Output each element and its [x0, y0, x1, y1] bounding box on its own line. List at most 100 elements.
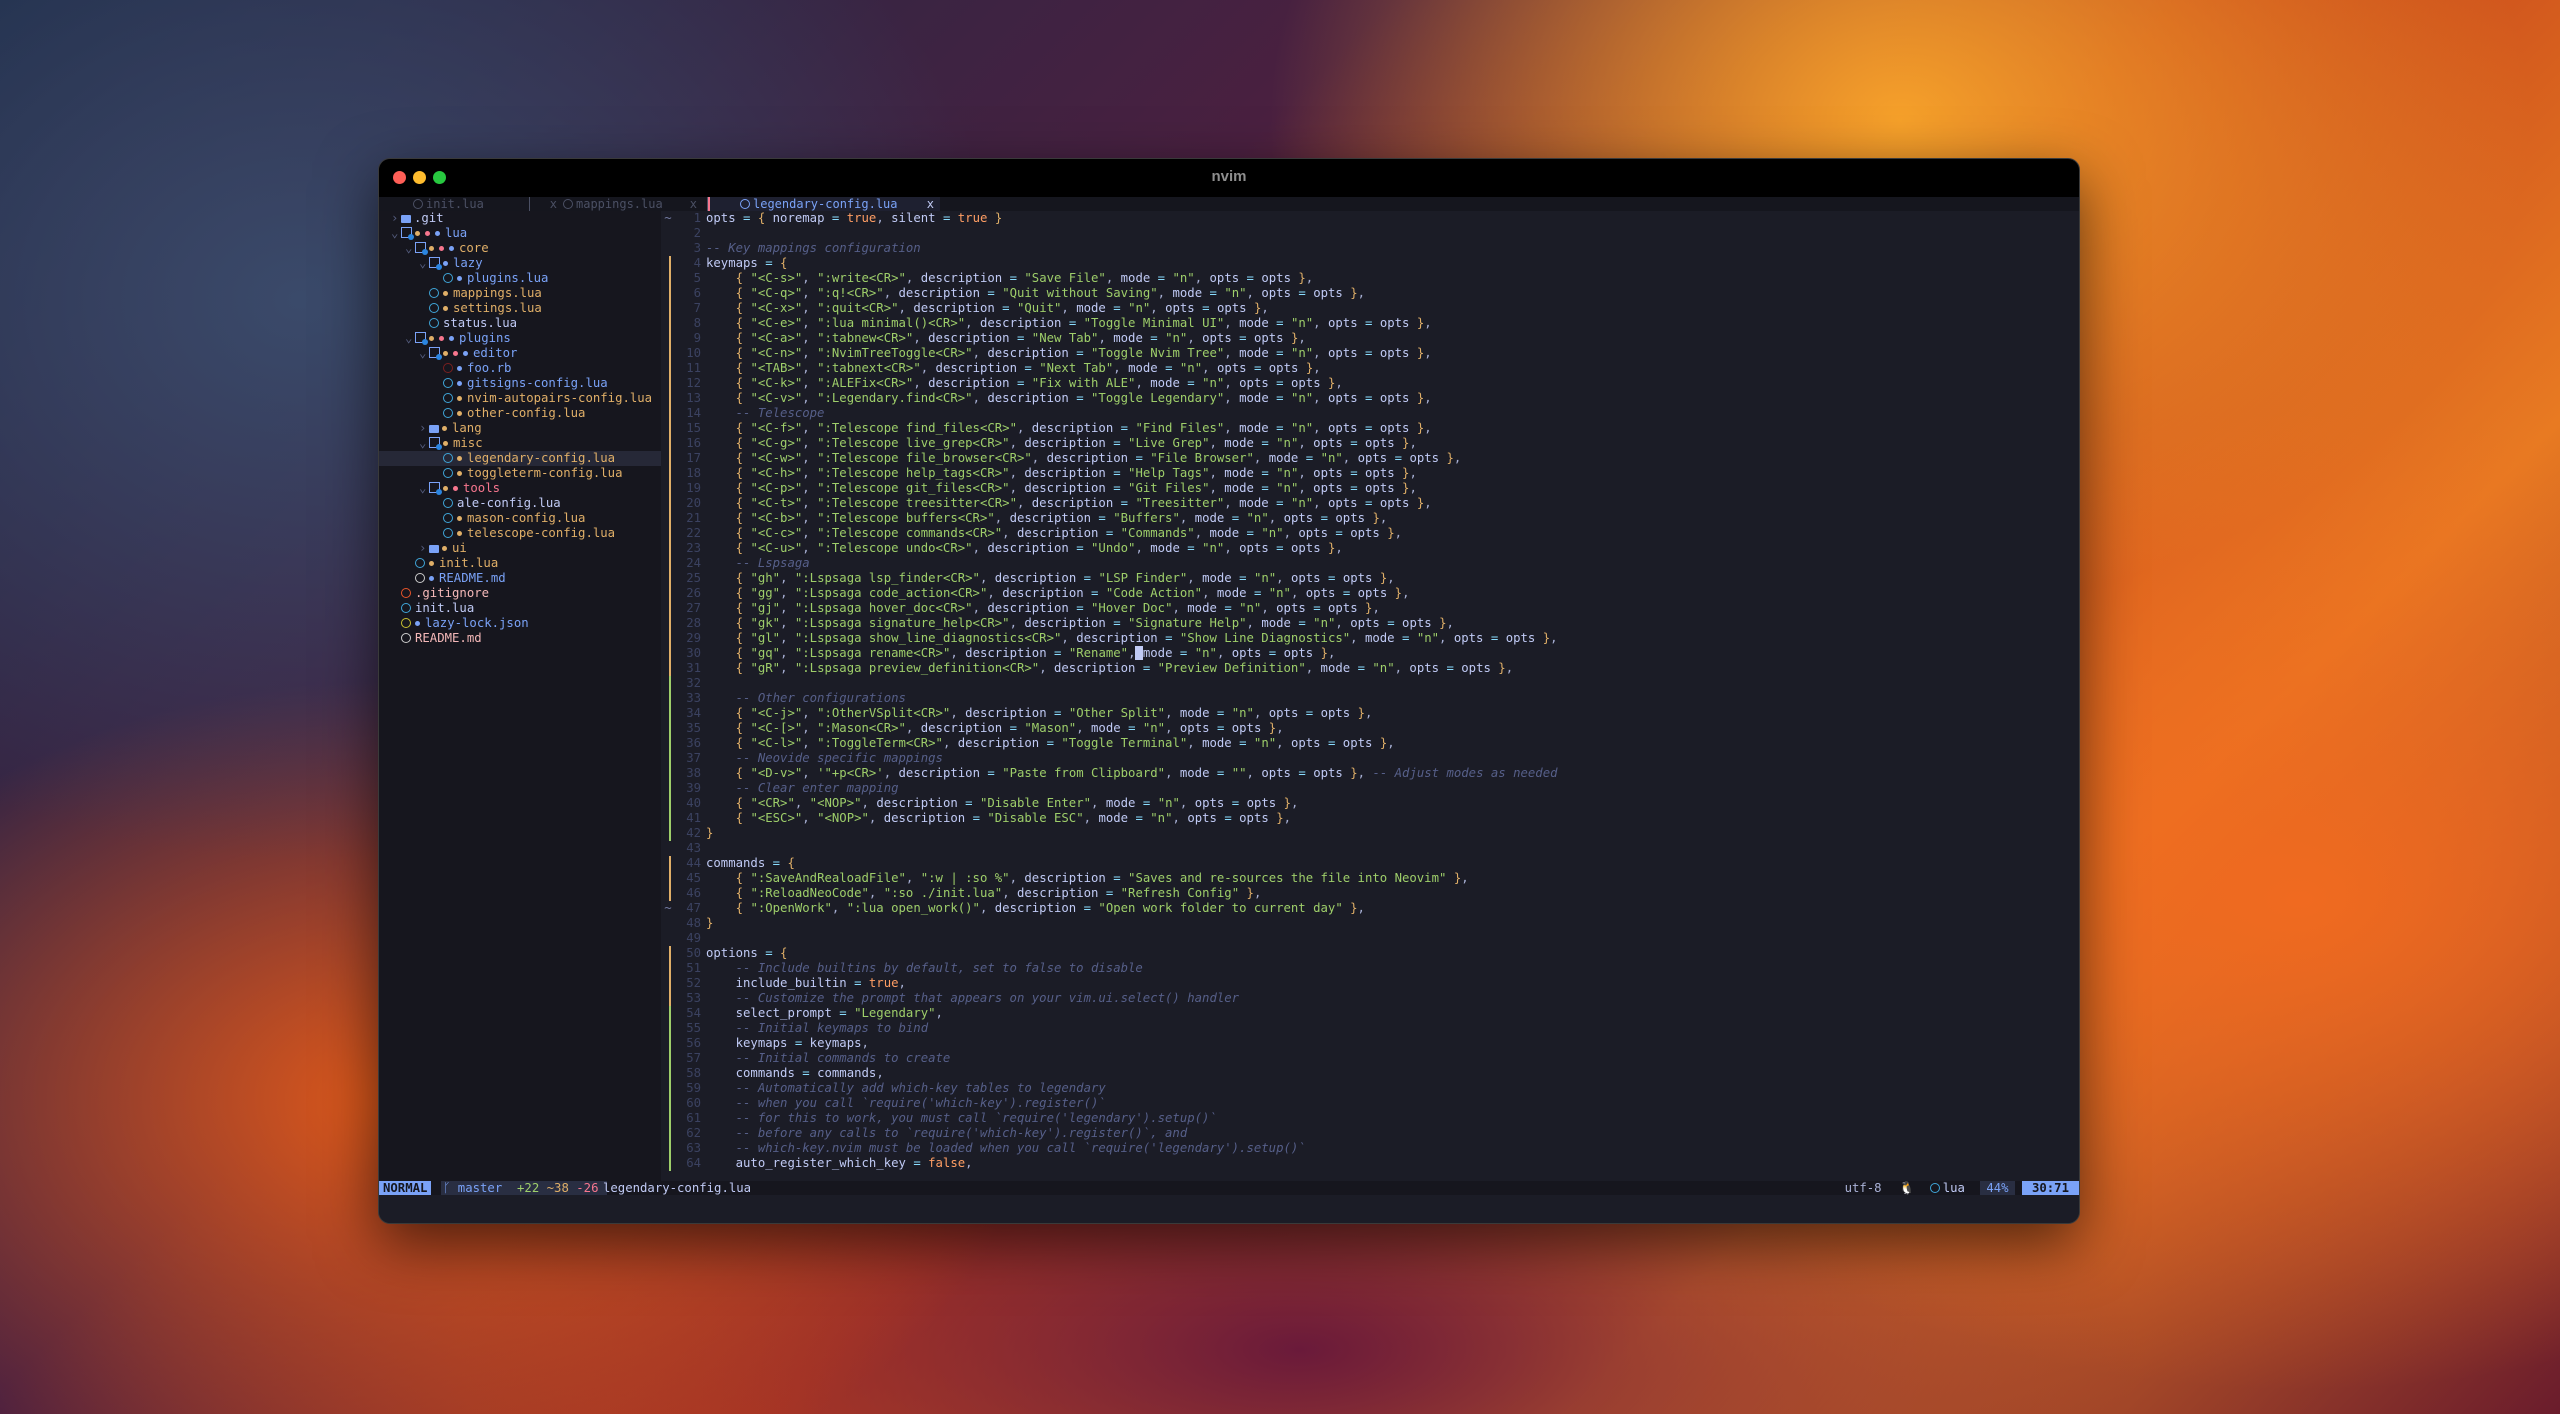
- chevron-down-icon[interactable]: ⌄: [419, 346, 429, 361]
- code-line[interactable]: 48}: [661, 916, 2079, 931]
- code-line[interactable]: 58 commands = commands,: [661, 1066, 2079, 1081]
- chevron-down-icon[interactable]: ⌄: [419, 481, 429, 496]
- code-line[interactable]: 17 { "<C-w>", ":Telescope file_browser<C…: [661, 451, 2079, 466]
- code-line[interactable]: 26 { "gg", ":Lspsaga code_action<CR>", d…: [661, 586, 2079, 601]
- code-line[interactable]: 7 { "<C-x>", ":quit<CR>", description = …: [661, 301, 2079, 316]
- chevron-down-icon[interactable]: ⌄: [405, 331, 415, 346]
- code-line[interactable]: 46 { ":ReloadNeoCode", ":so ./init.lua",…: [661, 886, 2079, 901]
- chevron-down-icon[interactable]: ⌄: [405, 241, 415, 256]
- code-line[interactable]: 38 { "<D-v>", '"+p<CR>', description = "…: [661, 766, 2079, 781]
- code-line[interactable]: 29 { "gl", ":Lspsaga show_line_diagnosti…: [661, 631, 2079, 646]
- code-line[interactable]: 13 { "<C-v>", ":Legendary.find<CR>", des…: [661, 391, 2079, 406]
- tree-item[interactable]: telescope-config.lua: [379, 526, 661, 541]
- code-line[interactable]: 36 { "<C-l>", ":ToggleTerm<CR>", descrip…: [661, 736, 2079, 751]
- code-line[interactable]: 62 -- before any calls to `require('whic…: [661, 1126, 2079, 1141]
- chevron-right-icon[interactable]: ›: [419, 541, 429, 556]
- tab-close-icon[interactable]: x: [690, 197, 697, 211]
- tree-item[interactable]: README.md: [379, 571, 661, 586]
- code-line[interactable]: 52 include_builtin = true,: [661, 976, 2079, 991]
- code-line[interactable]: 49: [661, 931, 2079, 946]
- tree-item[interactable]: mason-config.lua: [379, 511, 661, 526]
- code-line[interactable]: 23 { "<C-u>", ":Telescope undo<CR>", des…: [661, 541, 2079, 556]
- tree-item[interactable]: status.lua: [379, 316, 661, 331]
- code-line[interactable]: 22 { "<C-c>", ":Telescope commands<CR>",…: [661, 526, 2079, 541]
- tab-legendary-config-lua[interactable]: legendary-config.lua x: [708, 197, 940, 211]
- code-line[interactable]: 45 { ":SaveAndRealoadFile", ":w | :so %"…: [661, 871, 2079, 886]
- tab-init-lua[interactable]: init.lua x: [399, 197, 563, 211]
- chevron-down-icon[interactable]: ⌄: [419, 256, 429, 271]
- code-line[interactable]: 35 { "<C-[>", ":Mason<CR>", description …: [661, 721, 2079, 736]
- tree-item[interactable]: lazy-lock.json: [379, 616, 661, 631]
- chevron-down-icon[interactable]: ⌄: [391, 226, 401, 241]
- tree-item[interactable]: .gitignore: [379, 586, 661, 601]
- tree-item[interactable]: gitsigns-config.lua: [379, 376, 661, 391]
- code-line[interactable]: 6 { "<C-q>", ":q!<CR>", description = "Q…: [661, 286, 2079, 301]
- code-line[interactable]: 55 -- Initial keymaps to bind: [661, 1021, 2079, 1036]
- tree-item[interactable]: plugins.lua: [379, 271, 661, 286]
- tab-close-icon[interactable]: x: [927, 197, 934, 211]
- tree-item[interactable]: nvim-autopairs-config.lua: [379, 391, 661, 406]
- tab-mappings-lua[interactable]: mappings.lua x: [549, 197, 703, 211]
- code-line[interactable]: 53 -- Customize the prompt that appears …: [661, 991, 2079, 1006]
- tree-item[interactable]: ⌄ lazy: [379, 256, 661, 271]
- code-line[interactable]: 59 -- Automatically add which-key tables…: [661, 1081, 2079, 1096]
- tree-item[interactable]: ⌄ misc: [379, 436, 661, 451]
- code-line[interactable]: 61 -- for this to work, you must call `r…: [661, 1111, 2079, 1126]
- tree-item[interactable]: ⌄ plugins: [379, 331, 661, 346]
- code-line[interactable]: 16 { "<C-g>", ":Telescope live_grep<CR>"…: [661, 436, 2079, 451]
- tree-item[interactable]: init.lua: [379, 556, 661, 571]
- code-line[interactable]: 63 -- which-key.nvim must be loaded when…: [661, 1141, 2079, 1156]
- code-line[interactable]: ~1 opts = { noremap = true, silent = true…: [661, 211, 2079, 226]
- code-line[interactable]: 41 { "<ESC>", "<NOP>", description = "Di…: [661, 811, 2079, 826]
- code-line[interactable]: 31 { "gR", ":Lspsaga preview_definition<…: [661, 661, 2079, 676]
- code-line[interactable]: 15 { "<C-f>", ":Telescope find_files<CR>…: [661, 421, 2079, 436]
- code-line[interactable]: 20 { "<C-t>", ":Telescope treesitter<CR>…: [661, 496, 2079, 511]
- code-line[interactable]: 8 { "<C-e>", ":lua minimal()<CR>", descr…: [661, 316, 2079, 331]
- code-line[interactable]: 27 { "gj", ":Lspsaga hover_doc<CR>", des…: [661, 601, 2079, 616]
- tree-item[interactable]: ⌄ lua: [379, 226, 661, 241]
- code-line[interactable]: 32: [661, 676, 2079, 691]
- tree-item[interactable]: › lang: [379, 421, 661, 436]
- code-line[interactable]: 25 { "gh", ":Lspsaga lsp_finder<CR>", de…: [661, 571, 2079, 586]
- code-line[interactable]: 2: [661, 226, 2079, 241]
- code-line[interactable]: 39 -- Clear enter mapping: [661, 781, 2079, 796]
- tree-item[interactable]: settings.lua: [379, 301, 661, 316]
- tree-item[interactable]: mappings.lua: [379, 286, 661, 301]
- code-line[interactable]: 37 -- Neovide specific mappings: [661, 751, 2079, 766]
- code-line[interactable]: 33 -- Other configurations: [661, 691, 2079, 706]
- code-line[interactable]: 42}: [661, 826, 2079, 841]
- code-line[interactable]: 14 -- Telescope: [661, 406, 2079, 421]
- code-line[interactable]: 19 { "<C-p>", ":Telescope git_files<CR>"…: [661, 481, 2079, 496]
- code-line[interactable]: 57 -- Initial commands to create: [661, 1051, 2079, 1066]
- code-line[interactable]: 3 -- Key mappings configuration: [661, 241, 2079, 256]
- tree-item[interactable]: init.lua: [379, 601, 661, 616]
- code-line[interactable]: 44 commands = {: [661, 856, 2079, 871]
- tree-item[interactable]: foo.rb: [379, 361, 661, 376]
- tree-item[interactable]: legendary-config.lua: [379, 451, 661, 466]
- chevron-right-icon[interactable]: ›: [419, 421, 429, 436]
- code-line[interactable]: 43: [661, 841, 2079, 856]
- code-line[interactable]: 9 { "<C-a>", ":tabnew<CR>", description …: [661, 331, 2079, 346]
- code-line[interactable]: ~47 { ":OpenWork", ":lua open_work()", d…: [661, 901, 2079, 916]
- tree-item[interactable]: › ui: [379, 541, 661, 556]
- code-line[interactable]: 12 { "<C-k>", ":ALEFix<CR>", description…: [661, 376, 2079, 391]
- code-line[interactable]: 51 -- Include builtins by default, set t…: [661, 961, 2079, 976]
- tree-item[interactable]: ⌄ tools: [379, 481, 661, 496]
- tree-item[interactable]: other-config.lua: [379, 406, 661, 421]
- chevron-down-icon[interactable]: ⌄: [419, 436, 429, 451]
- code-editor[interactable]: ~1 opts = { noremap = true, silent = true…: [661, 211, 2079, 1181]
- code-line[interactable]: 50 options = {: [661, 946, 2079, 961]
- code-line[interactable]: 24 -- Lspsaga: [661, 556, 2079, 571]
- code-line[interactable]: 18 { "<C-h>", ":Telescope help_tags<CR>"…: [661, 466, 2079, 481]
- code-line[interactable]: 5 { "<C-s>", ":write<CR>", description =…: [661, 271, 2079, 286]
- tree-item[interactable]: README.md: [379, 631, 661, 646]
- tree-item[interactable]: toggleterm-config.lua: [379, 466, 661, 481]
- code-line[interactable]: 21 { "<C-b>", ":Telescope buffers<CR>", …: [661, 511, 2079, 526]
- code-line[interactable]: 34 { "<C-j>", ":OtherVSplit<CR>", descri…: [661, 706, 2079, 721]
- tree-item[interactable]: ⌄ editor: [379, 346, 661, 361]
- code-line[interactable]: 30 { "gq", ":Lspsaga rename<CR>", descri…: [661, 646, 2079, 661]
- command-line[interactable]: [379, 1195, 2079, 1223]
- code-line[interactable]: 64 auto_register_which_key = false,: [661, 1156, 2079, 1171]
- chevron-right-icon[interactable]: ›: [391, 211, 401, 226]
- code-line[interactable]: 40 { "<CR>", "<NOP>", description = "Dis…: [661, 796, 2079, 811]
